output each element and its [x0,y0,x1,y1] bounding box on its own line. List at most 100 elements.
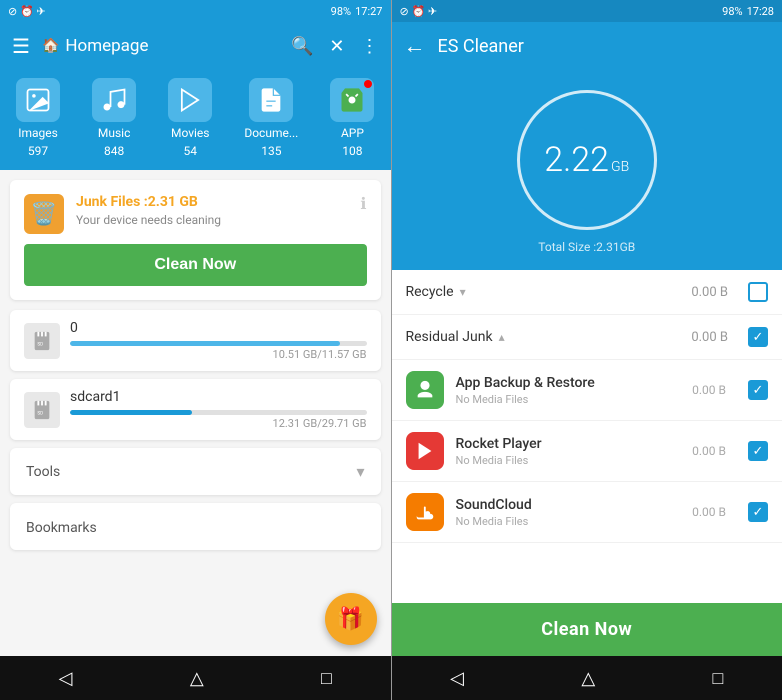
left-status-right: 98% 17:27 [331,5,383,18]
trash-icon: 🗑️ [24,194,64,234]
svg-text:SD: SD [37,410,43,416]
home-icon: 🏠 [42,38,59,54]
right-back-nav[interactable]: ◁ [430,660,484,697]
app-label: APP [341,126,364,140]
backup-app-name: App Backup & Restore [456,375,681,391]
list-area: Recycle ▾ 0.00 B Residual Junk ▴ 0.00 B … [392,270,782,603]
category-documents[interactable]: Docume... 135 [244,78,298,158]
right-header: ← ES Cleaner [392,22,782,70]
movies-count: 54 [183,144,197,158]
sd-icon-sdcard: SD [24,392,60,428]
left-bottom-nav: ◁ △ □ [0,656,391,700]
residual-checkbox[interactable] [748,327,768,347]
app-backup-row: App Backup & Restore No Media Files 0.00… [392,360,782,421]
app-icon-wrap [330,78,374,122]
left-clean-button[interactable]: Clean Now [24,244,367,286]
circle-size-value: 2.22 [544,143,609,177]
junk-info: Junk Files :2.31 GB Your device needs cl… [76,194,348,227]
images-label: Images [18,126,58,140]
music-count: 848 [104,144,124,158]
right-home-nav[interactable]: △ [561,660,615,697]
storage-sdcard: SD sdcard1 12.31 GB/29.71 GB [10,379,381,440]
storage-sdcard-name: sdcard1 [70,389,367,405]
junk-subtitle: Your device needs cleaning [76,213,348,227]
left-main-content: 🗑️ Junk Files :2.31 GB Your device needs… [0,170,391,656]
storage-internal-name: 0 [70,320,367,336]
rocket-app-size: 0.00 B [692,444,726,458]
menu-icon[interactable]: ☰ [12,34,30,58]
soundcloud-app-icon [406,493,444,531]
movies-icon-wrap [168,78,212,122]
right-status-icons: ⊘ ⏰ ✈ [400,5,438,18]
rocket-app-icon [406,432,444,470]
search-icon[interactable]: 🔍 [291,36,313,57]
soundcloud-row: SoundCloud No Media Files 0.00 B [392,482,782,543]
right-square-nav[interactable]: □ [692,660,743,697]
left-time: 17:27 [355,5,382,18]
junk-size: 2.31 GB [148,194,198,210]
bookmarks-section[interactable]: Bookmarks [10,503,381,550]
left-home-nav[interactable]: △ [170,660,224,697]
backup-app-icon [406,371,444,409]
movies-label: Movies [171,126,210,140]
left-battery: 98% [331,5,351,18]
rocket-app-info: Rocket Player No Media Files [456,436,681,467]
back-button[interactable]: ← [404,33,426,59]
left-panel: ⊘ ⏰ ✈ 98% 17:27 ☰ 🏠 Homepage 🔍 ✕ ⋮ Image… [0,0,391,700]
docs-label: Docume... [244,126,298,140]
left-status-bar: ⊘ ⏰ ✈ 98% 17:27 [0,0,391,22]
backup-checkbox[interactable] [748,380,768,400]
recycle-size: 0.00 B [691,285,728,300]
storage-sdcard-size: 12.31 GB/29.71 GB [70,417,367,430]
soundcloud-app-size: 0.00 B [692,505,726,519]
left-square-nav[interactable]: □ [301,660,352,697]
right-notification-icons: ⊘ ⏰ ✈ [400,5,438,18]
recycle-checkbox[interactable] [748,282,768,302]
bookmarks-label: Bookmarks [26,520,97,536]
storage-internal-fill [70,341,340,346]
residual-junk-row: Residual Junk ▴ 0.00 B [392,315,782,360]
right-status-right: 98% 17:28 [722,5,774,18]
junk-title: Junk Files :2.31 GB [76,194,348,210]
header-actions: 🔍 ✕ ⋮ [291,36,379,57]
recycle-expand-icon[interactable]: ▾ [460,285,466,299]
category-app[interactable]: APP 108 [330,78,374,158]
rocket-player-row: Rocket Player No Media Files 0.00 B [392,421,782,482]
right-battery: 98% [722,5,742,18]
soundcloud-app-subtitle: No Media Files [456,515,681,528]
circle-unit: GB [611,159,629,175]
right-time: 17:28 [747,5,774,18]
info-icon[interactable]: ℹ [360,194,366,213]
rocket-app-name: Rocket Player [456,436,681,452]
right-clean-button[interactable]: Clean Now [392,603,782,656]
storage-sdcard-info: sdcard1 12.31 GB/29.71 GB [70,389,367,430]
storage-internal-info: 0 10.51 GB/11.57 GB [70,320,367,361]
left-back-nav[interactable]: ◁ [39,660,93,697]
app-notification-dot [364,80,372,88]
category-images[interactable]: Images 597 [16,78,60,158]
residual-label: Residual Junk ▴ [406,329,682,345]
backup-app-info: App Backup & Restore No Media Files [456,375,681,406]
rocket-checkbox[interactable] [748,441,768,461]
residual-expand-icon[interactable]: ▴ [499,330,505,344]
junk-files-card: 🗑️ Junk Files :2.31 GB Your device needs… [10,180,381,300]
right-panel: ⊘ ⏰ ✈ 98% 17:28 ← ES Cleaner 2.22 GB Tot… [392,0,782,700]
close-icon[interactable]: ✕ [329,36,344,57]
left-status-icons: ⊘ ⏰ ✈ [8,5,46,18]
residual-size: 0.00 B [691,330,728,345]
category-movies[interactable]: Movies 54 [168,78,212,158]
total-size-label: Total Size :2.31GB [538,240,635,254]
storage-internal-size: 10.51 GB/11.57 GB [70,348,367,361]
category-music[interactable]: Music 848 [92,78,136,158]
docs-icon-wrap [249,78,293,122]
right-bottom-nav: ◁ △ □ [392,656,782,700]
storage-sdcard-bar [70,410,367,415]
soundcloud-checkbox[interactable] [748,502,768,522]
music-icon-wrap [92,78,136,122]
soundcloud-app-info: SoundCloud No Media Files [456,497,681,528]
recycle-row: Recycle ▾ 0.00 B [392,270,782,315]
left-notification-icons: ⊘ ⏰ ✈ [8,5,46,18]
fab-gift[interactable]: 🎁 [325,593,377,645]
more-icon[interactable]: ⋮ [361,36,379,57]
tools-section[interactable]: Tools ▾ [10,448,381,495]
